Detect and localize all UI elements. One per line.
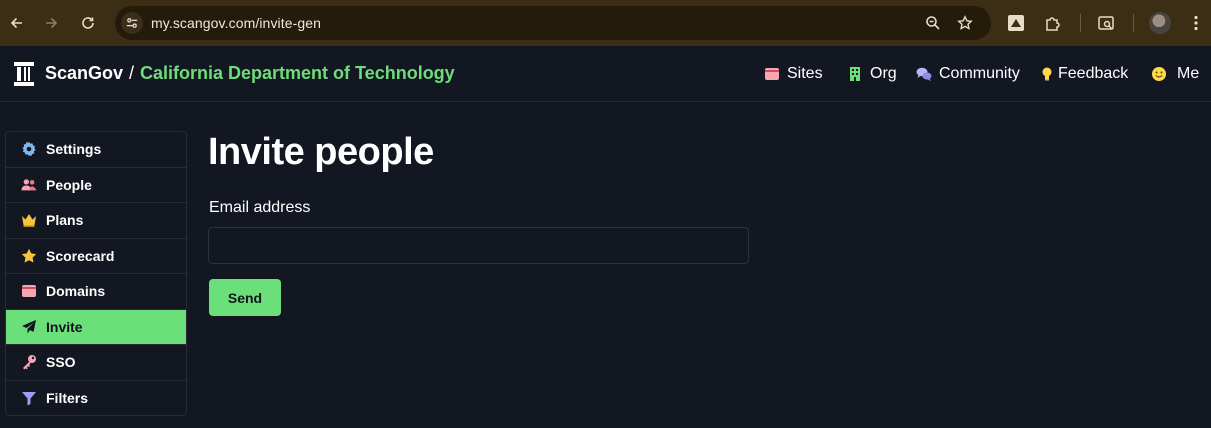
star-icon: [20, 247, 38, 265]
smiley-icon: [1150, 65, 1168, 83]
sidebar-item-scorecard[interactable]: Scorecard: [6, 239, 186, 274]
people-icon: [20, 176, 38, 194]
app-header: ScanGov / California Department of Techn…: [0, 46, 1211, 102]
sidebar-item-label: Filters: [46, 390, 89, 407]
scangov-logo-icon[interactable]: [12, 61, 36, 87]
arrow-right-icon: [46, 17, 58, 29]
key-icon: [20, 353, 38, 371]
star-icon: [957, 15, 973, 30]
url-text[interactable]: my.scangov.com/invite-gen: [151, 15, 321, 31]
reading-mode-icon: [1098, 16, 1114, 30]
sidebar-item-sso[interactable]: SSO: [6, 345, 186, 381]
brand-separator: /: [129, 63, 135, 83]
toolbar-divider: [1133, 14, 1134, 32]
card-icon: [763, 65, 781, 83]
reload-icon: [82, 17, 94, 29]
sidebar-item-domains[interactable]: Domains: [6, 274, 186, 310]
building-icon: [846, 65, 864, 83]
extensions-button[interactable]: [1041, 11, 1065, 35]
nav-sites-label: Sites: [787, 65, 823, 82]
card-icon: [20, 282, 38, 300]
nav-me-label: Me: [1177, 65, 1200, 82]
toolbar-divider: [1080, 14, 1081, 32]
sidebar-item-settings[interactable]: Settings: [6, 132, 186, 168]
email-field[interactable]: [208, 227, 749, 264]
nav-feedback[interactable]: Feedback: [1038, 65, 1128, 83]
nav-org-label: Org: [870, 65, 897, 82]
gear-icon: [20, 140, 38, 158]
arrow-left-icon: [10, 17, 22, 29]
lightbulb-icon: [1038, 65, 1056, 83]
sidebar-item-people[interactable]: People: [6, 168, 186, 203]
page-title: Invite people: [208, 131, 434, 173]
forward-button[interactable]: [37, 9, 65, 37]
email-label: Email address: [209, 199, 311, 216]
sidebar-item-label: People: [46, 176, 92, 193]
brand-name-link[interactable]: ScanGov: [45, 63, 123, 84]
nav-community[interactable]: Community: [915, 65, 1020, 83]
nav-community-label: Community: [939, 65, 1020, 82]
browser-menu-button[interactable]: [1184, 11, 1208, 35]
nav-org[interactable]: Org: [846, 65, 897, 83]
sidebar-item-plans[interactable]: Plans: [6, 203, 186, 239]
nav-me[interactable]: Me: [1150, 65, 1199, 83]
org-name-link[interactable]: California Department of Technology: [140, 63, 455, 84]
zoom-button[interactable]: [923, 13, 943, 33]
sidebar-item-label: Invite: [46, 318, 83, 335]
extension-icon: [1008, 15, 1024, 31]
nav-feedback-label: Feedback: [1058, 65, 1129, 82]
profile-avatar[interactable]: [1149, 12, 1171, 34]
sidebar-item-filters[interactable]: Filters: [6, 381, 186, 416]
kebab-menu-icon: [1194, 15, 1198, 31]
send-button[interactable]: Send: [209, 279, 281, 316]
browser-toolbar: my.scangov.com/invite-gen: [0, 0, 1211, 46]
settings-sidebar: Settings People Plans Scorecard Domains …: [5, 131, 187, 416]
crown-icon: [20, 211, 38, 229]
puzzle-icon: [1046, 17, 1060, 31]
tune-icon: [126, 18, 138, 28]
back-button[interactable]: [3, 9, 31, 37]
sidebar-item-label: Domains: [46, 283, 106, 300]
extension-button[interactable]: [1004, 11, 1028, 35]
sidebar-item-label: Settings: [46, 141, 102, 158]
funnel-icon: [20, 389, 38, 407]
sidebar-item-label: Plans: [46, 212, 84, 229]
reload-button[interactable]: [74, 9, 102, 37]
zoom-icon: [926, 16, 940, 30]
sidebar-item-label: Scorecard: [46, 247, 115, 264]
paper-plane-icon: [20, 318, 38, 336]
address-bar[interactable]: my.scangov.com/invite-gen: [115, 6, 991, 40]
nav-sites[interactable]: Sites: [763, 65, 823, 83]
site-info-button[interactable]: [121, 12, 143, 34]
sidebar-item-label: SSO: [46, 354, 76, 371]
bookmark-button[interactable]: [955, 13, 975, 33]
chat-bubbles-icon: [915, 65, 933, 83]
sidebar-item-invite[interactable]: Invite: [6, 309, 186, 345]
reading-mode-button[interactable]: [1094, 11, 1118, 35]
